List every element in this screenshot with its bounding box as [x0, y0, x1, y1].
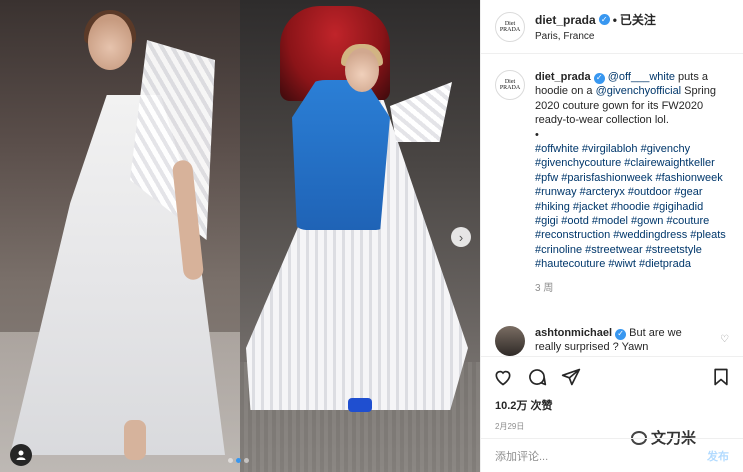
gown-ruffle	[390, 82, 452, 142]
verified-badge-icon: ✓	[593, 72, 605, 84]
bookmark-icon[interactable]	[711, 367, 731, 387]
photo-left-runway	[0, 0, 240, 472]
model-shoe	[348, 398, 372, 412]
carousel-dot	[228, 458, 233, 463]
blue-hoodie	[292, 80, 390, 230]
comment-author[interactable]: ashtonmichael	[535, 327, 612, 339]
follow-button[interactable]: 已关注	[620, 11, 656, 28]
carousel-dots	[228, 458, 249, 463]
chevron-right-icon[interactable]: ›	[451, 227, 471, 247]
carousel-dot	[244, 458, 249, 463]
post-photo[interactable]: ›	[0, 0, 480, 472]
comment-input[interactable]: 添加评论...	[495, 448, 548, 464]
heart-small-icon[interactable]: ♡	[720, 334, 729, 345]
user-tag-icon[interactable]	[10, 444, 32, 466]
post-date: 2月29日	[495, 422, 525, 431]
verified-badge-icon: ✓	[615, 328, 627, 340]
avatar[interactable]	[495, 326, 525, 356]
comment-bar: 添加评论... 发布	[481, 438, 743, 472]
mention-link[interactable]: @off___white	[608, 71, 675, 83]
model-shoe	[124, 420, 146, 460]
carousel-dot-active	[236, 458, 241, 463]
model-head	[88, 14, 132, 70]
comment-list[interactable]: Diet PRADA diet_prada ✓ @off___white put…	[481, 60, 743, 352]
account-name[interactable]: diet_prada	[535, 13, 596, 27]
share-icon[interactable]	[561, 367, 581, 387]
like-count[interactable]: 10.2万 次赞	[481, 387, 743, 413]
caption-author[interactable]: diet_prada	[535, 71, 591, 83]
post-side-panel: Diet PRADA diet_prada ✓ • 已关注 Paris, Fra…	[480, 0, 743, 472]
mention-link[interactable]: @givenchyofficial	[596, 85, 682, 97]
post-actions: 10.2万 次赞 2月29日 文刀米 添加评论... 发布	[481, 356, 743, 472]
verified-badge-icon: ✓	[598, 14, 610, 25]
comment-item: ashtonmichael ✓ But are we really surpri…	[495, 326, 729, 356]
model-head	[345, 48, 379, 92]
avatar[interactable]: Diet PRADA	[495, 11, 525, 42]
hashtag-list[interactable]: #offwhite #virgilabloh #givenchy #givenc…	[535, 142, 729, 272]
location-link[interactable]: Paris, France	[535, 31, 656, 42]
photo-right-runway	[240, 0, 480, 472]
heart-icon[interactable]	[493, 367, 513, 387]
post-comment-button[interactable]: 发布	[707, 448, 729, 464]
caption: Diet PRADA diet_prada ✓ @off___white put…	[495, 60, 729, 296]
caption-bullet: •	[535, 128, 539, 141]
caption-age: 3 周	[535, 282, 554, 294]
post-header: Diet PRADA diet_prada ✓ • 已关注 Paris, Fra…	[481, 0, 743, 54]
comment-icon[interactable]	[527, 367, 547, 387]
separator: •	[612, 12, 617, 27]
avatar[interactable]: Diet PRADA	[495, 70, 525, 100]
